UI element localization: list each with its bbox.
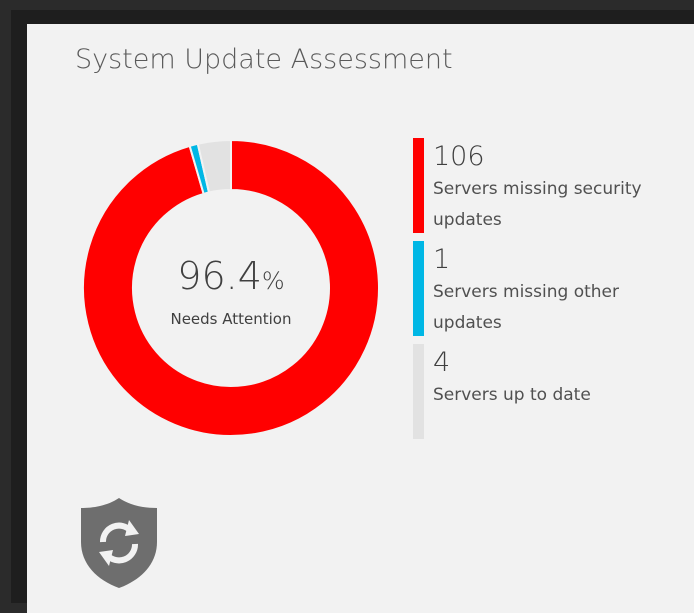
needs-attention-label: Needs Attention <box>170 310 292 328</box>
legend-value-up-to-date: 4 <box>433 347 451 378</box>
needs-attention-percent: 96.4% <box>81 254 381 298</box>
percent-value: 96.4 <box>177 254 262 298</box>
percent-unit: % <box>261 267 285 295</box>
legend-item-security[interactable]: 106 Servers missing security updates <box>413 138 694 233</box>
legend-item-up-to-date[interactable]: 4 Servers up to date <box>413 344 694 439</box>
legend-color-security <box>413 138 424 233</box>
legend-color-up-to-date <box>413 344 424 439</box>
legend-label-up-to-date: Servers up to date <box>433 385 591 405</box>
legend-value-security: 106 <box>433 141 485 172</box>
shield-sync-icon <box>81 498 157 588</box>
legend: 106 Servers missing security updates 1 S… <box>413 138 694 447</box>
legend-item-other[interactable]: 1 Servers missing other updates <box>413 241 694 336</box>
tile-title: System Update Assessment <box>75 44 453 75</box>
window-frame: System Update Assessment 96.4% Needs Att… <box>11 10 694 613</box>
legend-value-other: 1 <box>433 244 451 275</box>
legend-color-other <box>413 241 424 336</box>
legend-label-security: Servers missing security updates <box>433 179 642 230</box>
system-update-assessment-tile[interactable]: System Update Assessment 96.4% Needs Att… <box>27 24 694 613</box>
donut-chart[interactable]: 96.4% Needs Attention <box>81 138 381 438</box>
legend-label-other: Servers missing other updates <box>433 282 619 333</box>
